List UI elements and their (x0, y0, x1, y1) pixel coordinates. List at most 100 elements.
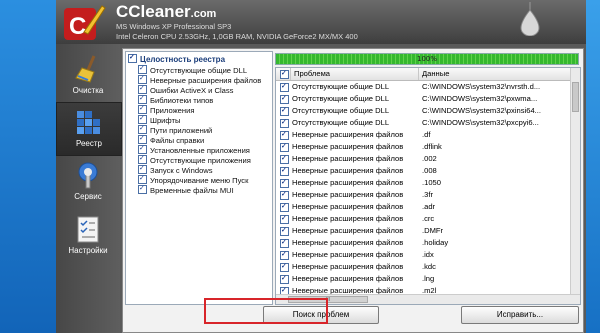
column-divider[interactable] (418, 68, 419, 80)
select-all-checkbox[interactable]: ✓ (280, 69, 289, 79)
row-problem: Неверные расширения файлов (292, 178, 404, 187)
table-row[interactable]: ✓Неверные расширения файлов .DMFr (276, 225, 570, 237)
tree-item[interactable]: Установленные приложения (138, 144, 250, 155)
sidebar-item-cleaner[interactable]: Очистка (56, 50, 120, 102)
scan-progress-bar: 100% (275, 53, 579, 65)
checkbox-icon[interactable] (138, 174, 147, 184)
column-header-data[interactable]: Данные (422, 69, 449, 78)
row-problem: Неверные расширения файлов (292, 190, 404, 199)
checkbox-icon[interactable]: ✓ (280, 130, 289, 140)
checkbox-icon[interactable]: ✓ (280, 274, 289, 284)
row-data: .holiday (422, 238, 449, 247)
table-row[interactable]: ✓Неверные расширения файлов .008 (276, 165, 570, 177)
checkbox-icon[interactable] (138, 94, 147, 104)
sidebar-item-label: Настройки (68, 246, 108, 255)
checkbox-icon[interactable]: ✓ (280, 142, 289, 152)
tree-item[interactable]: Пути приложений (138, 124, 212, 135)
checkbox-icon[interactable]: ✓ (280, 166, 289, 176)
ccleaner-window: C CCleaner.com MS Windows XP Professiona… (56, 0, 586, 333)
svg-text:C: C (69, 13, 86, 40)
table-row[interactable]: ✓Неверные расширения файлов .adr (276, 201, 570, 213)
row-data: .df (422, 130, 431, 139)
checkbox-icon[interactable] (138, 124, 147, 134)
broom-icon (75, 55, 96, 83)
row-problem: Отсутствующие общие DLL (292, 82, 390, 91)
table-row[interactable]: ✓Неверные расширения файлов .df (276, 129, 570, 141)
row-problem: Отсутствующие общие DLL (292, 94, 390, 103)
checkbox-icon[interactable] (138, 64, 147, 74)
tree-item[interactable]: Отсутствующие приложения (138, 154, 251, 165)
system-hardware-info: Intel Celeron CPU 2.53GHz, 1,0GB RAM, NV… (116, 32, 358, 41)
checkbox-icon[interactable] (138, 84, 147, 94)
tree-item[interactable]: Ошибки ActiveX и Class (138, 84, 233, 95)
table-row[interactable]: ✓Неверные расширения файлов .lng (276, 273, 570, 285)
checkbox-icon[interactable] (138, 114, 147, 124)
table-row[interactable]: ✓Неверные расширения файлов .kdc (276, 261, 570, 273)
column-header-problem[interactable]: Проблема (294, 69, 330, 78)
desktop-background-right (586, 0, 600, 333)
row-problem: Неверные расширения файлов (292, 166, 404, 175)
checkbox-icon[interactable]: ✓ (280, 118, 289, 128)
row-data: .002 (422, 154, 437, 163)
row-problem: Неверные расширения файлов (292, 214, 404, 223)
checkbox-icon[interactable] (128, 53, 137, 63)
checkbox-icon[interactable] (138, 154, 147, 164)
checkbox-icon[interactable]: ✓ (280, 94, 289, 104)
row-data: .1050 (422, 178, 442, 187)
table-row[interactable]: ✓Неверные расширения файлов .crc (276, 213, 570, 225)
checkbox-icon[interactable]: ✓ (280, 250, 289, 260)
table-row[interactable]: ✓Неверные расширения файлов .002 (276, 153, 570, 165)
table-row[interactable]: ✓Отсутствующие общие DLL C:\WINDOWS\syste… (276, 93, 570, 105)
tree-item[interactable]: Запуск с Windows (138, 164, 213, 175)
table-header: ✓ Проблема Данные (276, 68, 570, 81)
checkbox-icon[interactable]: ✓ (280, 226, 289, 236)
table-row[interactable]: ✓Неверные расширения файлов .1050 (276, 177, 570, 189)
row-data: .008 (422, 166, 437, 175)
table-row[interactable]: ✓Неверные расширения файлов .dflink (276, 141, 570, 153)
checkbox-icon[interactable]: ✓ (280, 202, 289, 212)
tree-root[interactable]: Целостность реестра (128, 53, 225, 64)
checkbox-icon[interactable] (138, 74, 147, 84)
checkbox-icon[interactable]: ✓ (280, 154, 289, 164)
checkbox-icon[interactable]: ✓ (280, 178, 289, 188)
table-row[interactable]: ✓Неверные расширения файлов .3fr (276, 189, 570, 201)
tree-item[interactable]: Неверные расширения файлов (138, 74, 261, 85)
row-data: .DMFr (422, 226, 444, 235)
checkbox-icon[interactable]: ✓ (280, 214, 289, 224)
app-title: CCleaner.com (116, 2, 217, 21)
checkbox-icon[interactable]: ✓ (280, 262, 289, 272)
checkbox-icon[interactable]: ✓ (280, 106, 289, 116)
table-row[interactable]: ✓Отсутствующие общие DLL C:\WINDOWS\syste… (276, 117, 570, 129)
vertical-scrollbar[interactable] (570, 68, 580, 294)
tree-item[interactable]: Упорядочивание меню Пуск (138, 174, 248, 185)
table-row[interactable]: ✓Отсутствующие общие DLL C:\WINDOWS\syste… (276, 81, 570, 93)
sidebar-item-tools[interactable]: Сервис (56, 156, 120, 208)
checkbox-icon[interactable]: ✓ (280, 238, 289, 248)
desktop-background-left (0, 0, 56, 333)
fix-selected-issues-button[interactable]: Исправить... (461, 306, 579, 324)
checkbox-icon[interactable] (138, 184, 147, 194)
tree-item[interactable]: Временные файлы MUI (138, 184, 234, 195)
checkbox-icon[interactable]: ✓ (280, 190, 289, 200)
checkbox-icon[interactable]: ✓ (280, 82, 289, 92)
tree-item[interactable]: Библиотеки типов (138, 94, 213, 105)
sidebar-item-settings[interactable]: Настройки (56, 210, 120, 262)
checkbox-icon[interactable] (138, 164, 147, 174)
row-problem: Неверные расширения файлов (292, 250, 404, 259)
tree-item[interactable]: Приложения (138, 104, 194, 115)
table-row[interactable]: ✓Неверные расширения файлов .idx (276, 249, 570, 261)
row-data: C:\WINDOWS\system32\pxcpyi6... (422, 118, 539, 127)
tree-item[interactable]: Файлы справки (138, 134, 204, 145)
registry-cubes-icon (77, 111, 100, 134)
scrollbar-thumb[interactable] (572, 82, 579, 112)
checkbox-icon[interactable] (138, 144, 147, 154)
row-problem: Неверные расширения файлов (292, 130, 404, 139)
issues-table: ✓ Проблема Данные ✓Отсутствующие общие D… (275, 67, 581, 305)
tree-item[interactable]: Отсутствующие общие DLL (138, 64, 247, 75)
sidebar-item-registry[interactable]: Реестр (56, 102, 122, 156)
table-row[interactable]: ✓Отсутствующие общие DLL C:\WINDOWS\syste… (276, 105, 570, 117)
checkbox-icon[interactable] (138, 104, 147, 114)
row-problem: Отсутствующие общие DLL (292, 106, 390, 115)
checkbox-icon[interactable] (138, 134, 147, 144)
table-row[interactable]: ✓Неверные расширения файлов .holiday (276, 237, 570, 249)
